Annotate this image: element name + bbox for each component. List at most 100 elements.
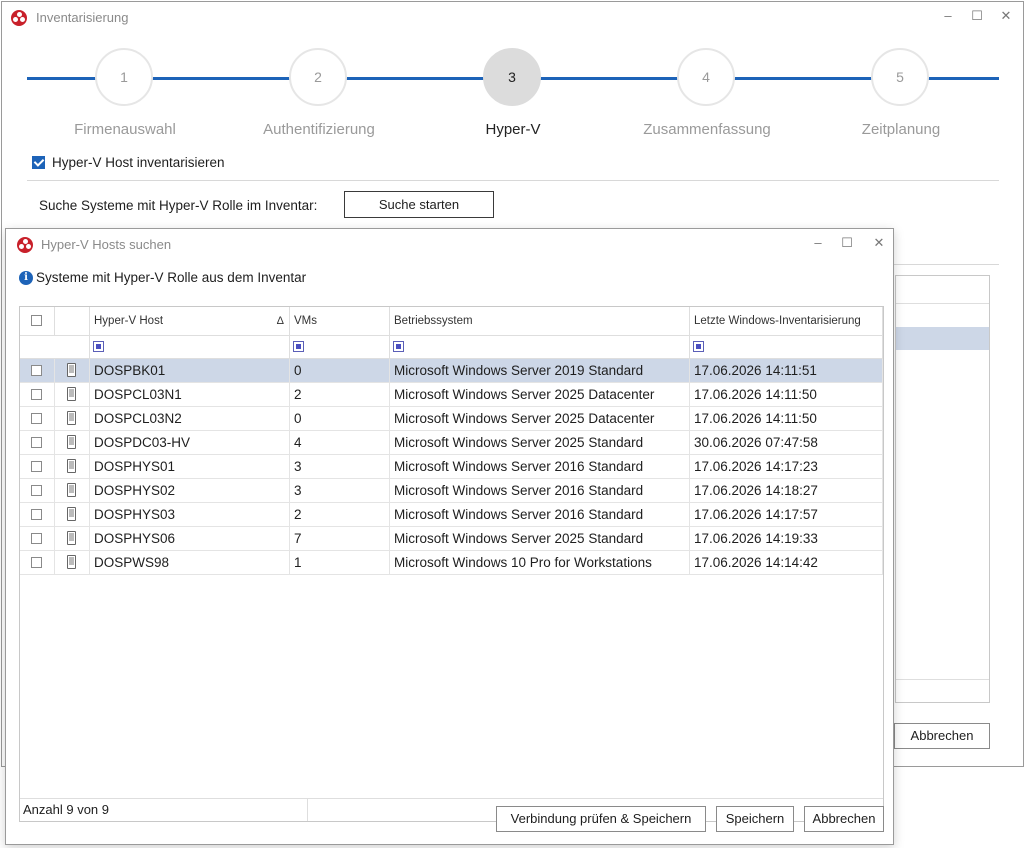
minimize-icon[interactable]: – xyxy=(934,6,962,26)
table-row[interactable]: DOSPBK01 0 Microsoft Windows Server 2019… xyxy=(20,359,883,383)
cell-last-inventory: 30.06.2026 07:47:58 xyxy=(690,431,883,455)
cell-vms: 4 xyxy=(290,431,390,455)
hosts-grid: Hyper-V Host Δ VMs Betriebssystem Letzte… xyxy=(19,306,884,822)
footer-divider xyxy=(307,799,308,821)
row-icon-cell xyxy=(55,431,90,455)
step-2-circle: 2 xyxy=(289,48,347,106)
cell-host: DOSPHYS01 xyxy=(90,455,290,479)
app-icon xyxy=(11,10,27,26)
save-button[interactable]: Speichern xyxy=(716,806,794,832)
cell-vms: 0 xyxy=(290,359,390,383)
server-icon xyxy=(67,483,76,497)
close-icon[interactable]: ✕ xyxy=(865,233,893,253)
column-header-last-inventory[interactable]: Letzte Windows-Inventarisierung xyxy=(690,307,883,336)
row-select-cell xyxy=(20,479,55,503)
background-grid-footer xyxy=(896,679,989,702)
row-checkbox[interactable] xyxy=(31,533,42,544)
cell-vms: 3 xyxy=(290,479,390,503)
cell-host: DOSPCL03N2 xyxy=(90,407,290,431)
filter-icon[interactable] xyxy=(693,341,704,352)
select-all-checkbox[interactable] xyxy=(31,315,42,326)
table-row[interactable]: DOSPDC03-HV 4 Microsoft Windows Server 2… xyxy=(20,431,883,455)
step-1-label: Firmenauswahl xyxy=(74,121,176,138)
main-window-title: Inventarisierung xyxy=(36,10,129,25)
row-checkbox[interactable] xyxy=(31,557,42,568)
row-icon-cell xyxy=(55,407,90,431)
column-header-host[interactable]: Hyper-V Host Δ xyxy=(90,307,290,336)
column-header-vms[interactable]: VMs xyxy=(290,307,390,336)
row-checkbox[interactable] xyxy=(31,365,42,376)
row-checkbox[interactable] xyxy=(31,413,42,424)
cell-os: Microsoft Windows Server 2016 Standard xyxy=(390,479,690,503)
verify-save-button[interactable]: Verbindung prüfen & Speichern xyxy=(496,806,706,832)
table-row[interactable]: DOSPHYS02 3 Microsoft Windows Server 201… xyxy=(20,479,883,503)
background-grid-selected-row xyxy=(896,327,989,350)
row-icon-cell xyxy=(55,455,90,479)
cancel-button[interactable]: Abbrechen xyxy=(804,806,884,832)
row-checkbox[interactable] xyxy=(31,389,42,400)
table-row[interactable]: DOSPHYS03 2 Microsoft Windows Server 201… xyxy=(20,503,883,527)
step-1-circle: 1 xyxy=(95,48,153,106)
table-row[interactable]: DOSPHYS01 3 Microsoft Windows Server 201… xyxy=(20,455,883,479)
row-checkbox[interactable] xyxy=(31,509,42,520)
row-checkbox[interactable] xyxy=(31,461,42,472)
table-row[interactable]: DOSPCL03N1 2 Microsoft Windows Server 20… xyxy=(20,383,883,407)
cell-os: Microsoft Windows Server 2025 Standard xyxy=(390,527,690,551)
filter-cell-vms xyxy=(290,336,390,359)
row-checkbox[interactable] xyxy=(31,485,42,496)
cell-host: DOSPHYS02 xyxy=(90,479,290,503)
server-icon xyxy=(67,411,76,425)
cell-last-inventory: 17.06.2026 14:18:27 xyxy=(690,479,883,503)
info-icon: i xyxy=(19,271,33,285)
sort-icon: Δ xyxy=(276,315,284,327)
cell-vms: 1 xyxy=(290,551,390,575)
search-label: Suche Systeme mit Hyper-V Rolle im Inven… xyxy=(39,198,318,213)
column-header-os[interactable]: Betriebssystem xyxy=(390,307,690,336)
cell-last-inventory: 17.06.2026 14:19:33 xyxy=(690,527,883,551)
search-start-button[interactable]: Suche starten xyxy=(344,191,494,218)
cell-vms: 3 xyxy=(290,455,390,479)
row-select-cell xyxy=(20,527,55,551)
inventory-checkbox-label: Hyper-V Host inventarisieren xyxy=(52,155,225,170)
server-icon xyxy=(67,531,76,545)
row-icon-cell xyxy=(55,479,90,503)
cell-vms: 0 xyxy=(290,407,390,431)
row-count-text: Anzahl 9 von 9 xyxy=(23,802,110,817)
close-icon[interactable]: ✕ xyxy=(992,6,1020,26)
maximize-icon[interactable]: ☐ xyxy=(833,233,861,253)
cell-last-inventory: 17.06.2026 14:17:57 xyxy=(690,503,883,527)
filter-cell-host xyxy=(90,336,290,359)
minimize-icon[interactable]: – xyxy=(804,233,832,253)
row-icon-cell xyxy=(55,383,90,407)
server-icon xyxy=(67,387,76,401)
app-icon xyxy=(17,237,33,253)
server-icon xyxy=(67,555,76,569)
cell-vms: 2 xyxy=(290,503,390,527)
row-icon-cell xyxy=(55,359,90,383)
filter-icon[interactable] xyxy=(93,341,104,352)
row-select-cell xyxy=(20,431,55,455)
column-header-host-label: Hyper-V Host xyxy=(94,315,164,327)
cell-os: Microsoft Windows 10 Pro for Workstation… xyxy=(390,551,690,575)
server-icon xyxy=(67,507,76,521)
maximize-icon[interactable]: ☐ xyxy=(963,6,991,26)
server-icon xyxy=(67,435,76,449)
cell-last-inventory: 17.06.2026 14:17:23 xyxy=(690,455,883,479)
filter-cell-os xyxy=(390,336,690,359)
filter-icon[interactable] xyxy=(293,341,304,352)
background-grid-header xyxy=(896,276,989,304)
cell-os: Microsoft Windows Server 2025 Datacenter xyxy=(390,407,690,431)
table-row[interactable]: DOSPWS98 1 Microsoft Windows 10 Pro for … xyxy=(20,551,883,575)
cell-host: DOSPHYS03 xyxy=(90,503,290,527)
main-cancel-button[interactable]: Abbrechen xyxy=(894,723,990,749)
inventory-checkbox[interactable] xyxy=(32,156,45,169)
cell-last-inventory: 17.06.2026 14:11:50 xyxy=(690,383,883,407)
row-icon-cell xyxy=(55,527,90,551)
table-row[interactable]: DOSPCL03N2 0 Microsoft Windows Server 20… xyxy=(20,407,883,431)
filter-icon[interactable] xyxy=(393,341,404,352)
row-icon-cell xyxy=(55,503,90,527)
icon-column-header xyxy=(55,307,90,336)
info-text: Systeme mit Hyper-V Rolle aus dem Invent… xyxy=(36,270,307,285)
row-checkbox[interactable] xyxy=(31,437,42,448)
table-row[interactable]: DOSPHYS06 7 Microsoft Windows Server 202… xyxy=(20,527,883,551)
